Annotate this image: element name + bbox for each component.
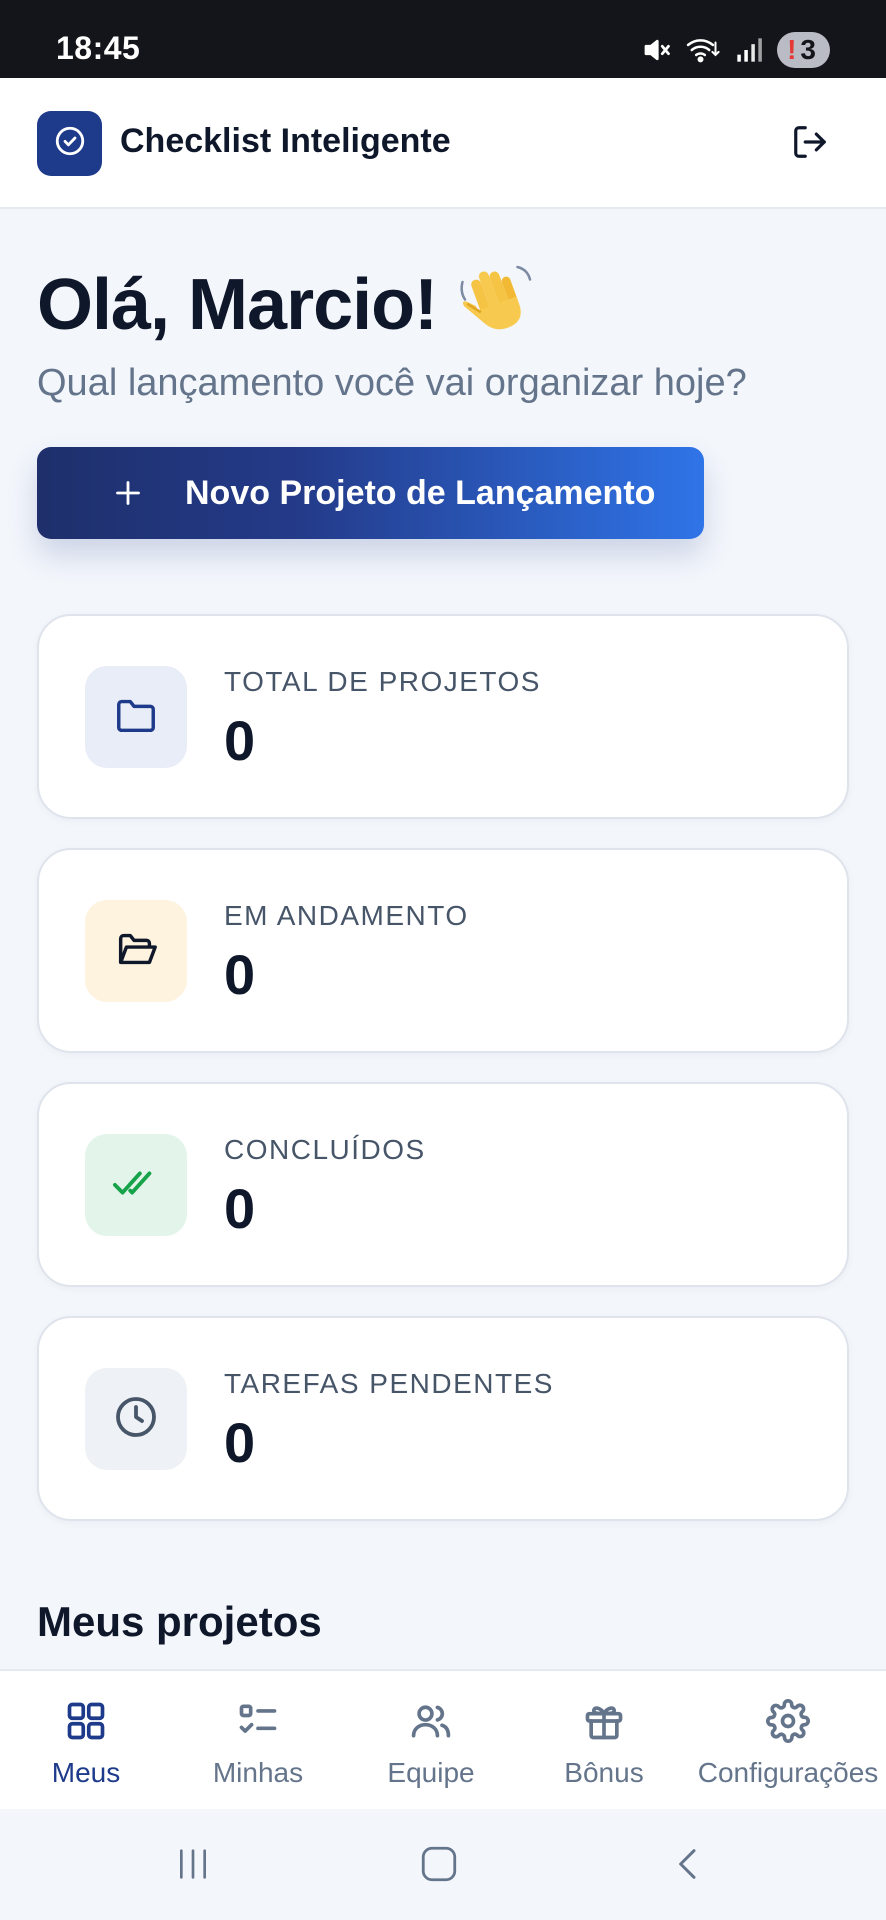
notification-badge: ! 3 — [777, 32, 830, 68]
stat-icon-container — [85, 1134, 187, 1236]
back-icon — [669, 1844, 709, 1889]
section-title-my-projects: Meus projetos — [37, 1598, 322, 1645]
greeting: Olá, Marcio! — [37, 262, 535, 347]
logout-icon — [791, 123, 829, 166]
status-time: 18:45 — [56, 30, 141, 66]
home-icon — [418, 1843, 460, 1890]
new-project-button[interactable]: Novo Projeto de Lançamento — [37, 447, 704, 539]
nav-label: Minhas — [212, 1757, 304, 1788]
stat-icon-container — [85, 666, 187, 768]
folder-open-icon — [113, 926, 159, 977]
stat-card-pending-tasks[interactable]: TAREFAS PENDENTES 0 — [37, 1316, 849, 1521]
notification-count: 3 — [800, 34, 816, 65]
stat-value: 0 — [224, 1177, 256, 1240]
waving-hand-icon — [455, 262, 535, 347]
nav-item-equipe[interactable]: Equipe — [365, 1671, 497, 1811]
checklist-icon — [236, 1699, 280, 1743]
stat-label: TAREFAS PENDENTES — [224, 1368, 554, 1399]
nav-label: Meus — [51, 1757, 121, 1788]
nav-item-meus[interactable]: Meus — [20, 1671, 152, 1811]
stat-value: 0 — [224, 943, 256, 1006]
gift-icon — [582, 1699, 626, 1743]
greeting-title: Olá, Marcio! — [37, 264, 438, 345]
home-button[interactable] — [414, 1841, 464, 1891]
mute-icon — [641, 35, 671, 65]
nav-label: Bônus — [564, 1757, 644, 1788]
back-button[interactable] — [664, 1841, 714, 1891]
stat-card-total-projects[interactable]: TOTAL DE PROJETOS 0 — [37, 614, 849, 819]
app-logo — [37, 111, 102, 176]
folder-icon — [113, 692, 159, 743]
stat-icon-container — [85, 1368, 187, 1470]
stat-card-in-progress[interactable]: EM ANDAMENTO 0 — [37, 848, 849, 1053]
status-icons: ! 3 — [641, 30, 830, 70]
stat-value: 0 — [224, 1411, 256, 1474]
stat-card-completed[interactable]: CONCLUÍDOS 0 — [37, 1082, 849, 1287]
greeting-subtitle: Qual lançamento você vai organizar hoje? — [37, 362, 747, 404]
users-icon — [409, 1699, 453, 1743]
nav-label: Equipe — [387, 1757, 475, 1788]
bottom-nav: Meus Minhas Equipe Bônus Configurações — [0, 1669, 886, 1809]
new-project-label: Novo Projeto de Lançamento — [185, 473, 656, 512]
nav-item-bonus[interactable]: Bônus — [538, 1671, 670, 1811]
check-circle-icon — [53, 124, 87, 163]
grid-icon — [64, 1699, 108, 1743]
nav-item-configuracoes[interactable]: Configurações — [690, 1671, 886, 1811]
stat-icon-container — [85, 900, 187, 1002]
signal-icon — [735, 35, 763, 65]
app-title: Checklist Inteligente — [120, 122, 451, 160]
nav-item-minhas[interactable]: Minhas — [192, 1671, 324, 1811]
status-bar: 18:45 ! 3 — [0, 0, 886, 78]
stat-value: 0 — [224, 709, 256, 772]
clock-icon — [112, 1393, 160, 1446]
double-check-icon — [111, 1160, 161, 1211]
stat-label: EM ANDAMENTO — [224, 900, 469, 931]
stat-label: CONCLUÍDOS — [224, 1134, 426, 1165]
wifi-icon — [685, 35, 721, 65]
plus-icon — [113, 478, 143, 508]
nav-label: Configurações — [697, 1757, 879, 1788]
recent-apps-button[interactable] — [168, 1841, 218, 1891]
logout-button[interactable] — [786, 120, 834, 168]
settings-icon — [766, 1699, 810, 1743]
system-navigation-bar — [0, 1809, 886, 1920]
recent-apps-icon — [173, 1844, 213, 1889]
stat-label: TOTAL DE PROJETOS — [224, 666, 541, 697]
alert-icon: ! — [787, 34, 797, 65]
app-header: Checklist Inteligente — [0, 78, 886, 209]
